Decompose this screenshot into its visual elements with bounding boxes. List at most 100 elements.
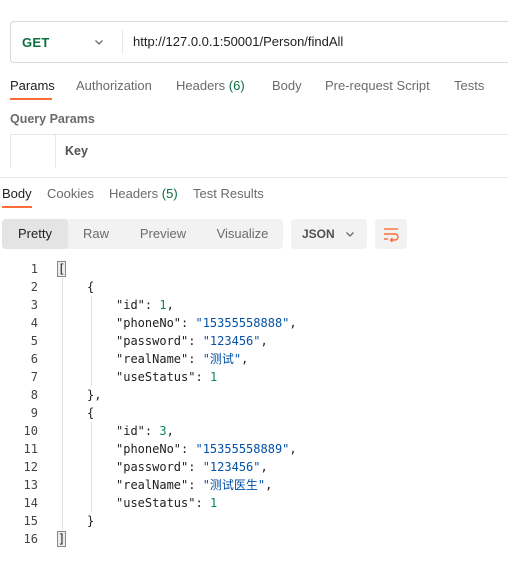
code-token: :	[188, 460, 203, 474]
indent-guide	[62, 278, 63, 296]
response-pane-divider[interactable]	[0, 177, 508, 178]
indent-guide	[62, 404, 63, 422]
code-content: "password": "123456",	[116, 332, 268, 350]
code-content: "password": "123456",	[116, 458, 268, 476]
code-content: }	[87, 512, 94, 530]
indent-guide	[62, 332, 63, 350]
code-token: 1	[209, 370, 218, 384]
code-token: 1	[159, 298, 167, 312]
code-content: {	[87, 404, 94, 422]
indent-guide	[62, 494, 63, 512]
line-number: 1	[30, 262, 38, 276]
line-number: 9	[30, 406, 38, 420]
chevron-down-icon	[346, 232, 354, 237]
tab-headers[interactable]: Headers (6)	[176, 78, 245, 93]
code-line: 14 "useStatus": 1	[0, 494, 508, 512]
indent-guide	[62, 476, 63, 494]
code-line: 1[	[0, 260, 508, 278]
code-line: 2{	[0, 278, 508, 296]
wrap-lines-button[interactable]	[375, 219, 407, 249]
method-label: GET	[22, 35, 50, 50]
view-pretty-button[interactable]: Pretty	[2, 219, 68, 249]
code-token: ,	[289, 316, 297, 330]
line-number: 16	[23, 532, 38, 546]
code-line: 13 "realName": "测试医生",	[0, 476, 508, 494]
code-content: "realName": "测试医生",	[116, 476, 272, 494]
code-token: "测试医生"	[202, 478, 266, 492]
code-token: "useStatus"	[116, 370, 196, 384]
response-tab-test-results-label: Test Results	[193, 186, 264, 201]
code-token: ,	[265, 478, 273, 492]
line-number: 3	[30, 298, 38, 312]
indent-guide	[62, 350, 63, 368]
indent-guide	[91, 458, 92, 476]
code-line: 3 "id": 1,	[0, 296, 508, 314]
code-token: {	[87, 406, 95, 420]
tab-authorization[interactable]: Authorization	[76, 78, 152, 93]
indent-guide	[91, 332, 92, 350]
view-visualize-button[interactable]: Visualize	[202, 219, 283, 249]
indent-guide	[62, 422, 63, 440]
tab-params[interactable]: Params	[10, 78, 55, 93]
code-token: :	[195, 370, 210, 384]
tab-body[interactable]: Body	[272, 78, 302, 93]
url-input[interactable]: http://127.0.0.1:50001/Person/findAll	[133, 34, 343, 49]
response-tab-cookies[interactable]: Cookies	[47, 186, 94, 201]
indent-guide	[62, 386, 63, 404]
code-token: "id"	[116, 424, 145, 438]
indent-guide	[62, 314, 63, 332]
code-token: "realName"	[116, 352, 189, 366]
code-token: ,	[241, 352, 249, 366]
response-active-tab-indicator	[2, 206, 32, 208]
view-mode-group: Pretty Raw Preview Visualize	[2, 219, 283, 249]
response-tab-test-results[interactable]: Test Results	[193, 186, 264, 201]
line-number: 2	[30, 280, 38, 294]
method-select[interactable]: GET	[11, 22, 121, 62]
line-number: 7	[30, 370, 38, 384]
response-tab-body-label: Body	[2, 186, 32, 201]
response-tab-headers[interactable]: Headers (5)	[109, 186, 178, 201]
format-select[interactable]: JSON	[291, 219, 367, 249]
indent-guide	[62, 458, 63, 476]
tab-tests[interactable]: Tests	[454, 78, 484, 93]
code-line: 5 "password": "123456",	[0, 332, 508, 350]
line-number: 12	[23, 460, 38, 474]
tab-params-label: Params	[10, 78, 55, 93]
code-content: "id": 1,	[116, 296, 174, 314]
tab-body-label: Body	[272, 78, 302, 93]
indent-guide	[62, 368, 63, 386]
code-token: "id"	[116, 298, 145, 312]
response-tab-body[interactable]: Body	[2, 186, 32, 201]
line-number: 5	[30, 334, 38, 348]
code-token: {	[87, 280, 95, 294]
code-token: :	[144, 424, 160, 438]
indent-guide	[62, 296, 63, 314]
indent-guide	[62, 440, 63, 458]
indent-guide	[62, 512, 63, 530]
tab-pre-request-script[interactable]: Pre-request Script	[325, 78, 430, 93]
code-line: 10 "id": 3,	[0, 422, 508, 440]
code-token: ,	[260, 460, 268, 474]
code-token: :	[188, 334, 203, 348]
bracket-match: ]	[56, 531, 67, 547]
indent-guide	[91, 440, 92, 458]
code-content: "realName": "测试",	[116, 350, 248, 368]
code-content: },	[87, 386, 101, 404]
code-content: "useStatus": 1	[116, 494, 217, 512]
code-token: "password"	[116, 460, 189, 474]
tab-tests-label: Tests	[454, 78, 485, 93]
indent-guide	[91, 368, 92, 386]
tab-headers-label: Headers	[176, 78, 226, 93]
code-line: 16]	[0, 530, 508, 548]
view-preview-button[interactable]: Preview	[124, 219, 202, 249]
wrap-lines-icon	[384, 228, 399, 242]
code-token: "realName"	[116, 478, 189, 492]
code-line: 9{	[0, 404, 508, 422]
view-raw-button[interactable]: Raw	[68, 219, 124, 249]
code-token: "123456"	[202, 334, 261, 348]
code-token: "phoneNo"	[116, 442, 182, 456]
chevron-down-icon	[95, 40, 103, 45]
code-token: :	[181, 316, 196, 330]
code-line: 15}	[0, 512, 508, 530]
code-token: "phoneNo"	[116, 316, 182, 330]
